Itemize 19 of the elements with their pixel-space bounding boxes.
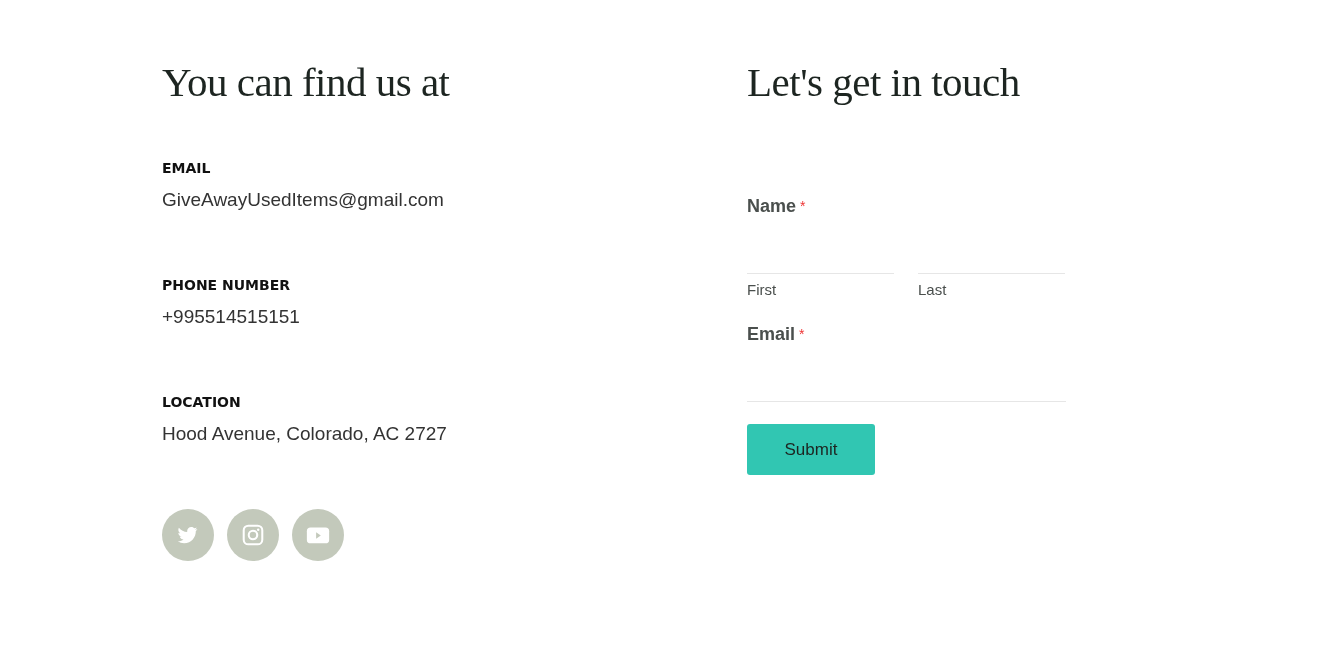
info-label: EMAIL [162,159,212,178]
info-value: GiveAwayUsedItems@gmail.com [162,188,445,212]
info-label: PHONE NUMBER [162,276,292,295]
info-label: LOCATION [162,393,242,412]
social-button[interactable] [227,509,279,561]
section-heading: Let's get in touch [747,58,1021,106]
camera-icon [240,522,266,548]
submit-button[interactable]: Submit [747,424,875,475]
info-value: +995514515151 [162,305,301,329]
section-heading: You can find us at [162,58,451,106]
required-mark: * [799,326,805,342]
field-label: Email [747,324,796,344]
social-button[interactable] [292,509,344,561]
social-button[interactable] [162,509,214,561]
field-label: Name [747,196,797,216]
info-value: Hood Avenue, Colorado, AC 2727 [162,422,448,446]
required-mark: * [800,198,806,214]
field-sublabel: First [747,281,778,298]
field-sublabel: Last [918,281,948,298]
